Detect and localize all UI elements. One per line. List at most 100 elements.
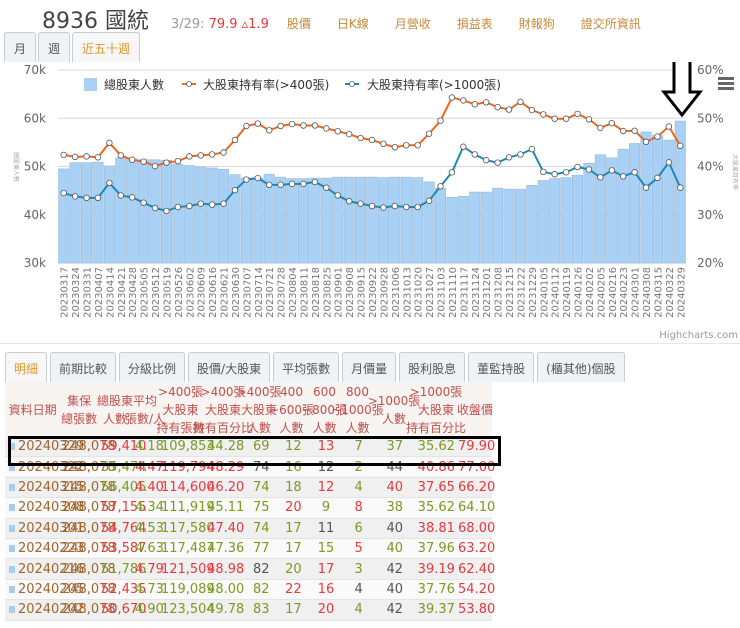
pct-400-point[interactable] [562,115,570,122]
holders-bar[interactable] [240,177,252,264]
holders-bar[interactable] [674,120,686,264]
pct-1000-point[interactable] [208,201,216,208]
holders-bar[interactable] [275,176,287,264]
pct-400-point[interactable] [631,127,638,134]
holders-bar[interactable] [69,162,81,264]
pct-400-point[interactable] [334,128,341,135]
pct-1000-point[interactable] [471,151,478,158]
holders-bar[interactable] [366,176,378,264]
pct-1000-point[interactable] [323,184,330,191]
pct-1000-point[interactable] [654,174,661,182]
pct-400-point[interactable] [391,143,399,151]
column-header[interactable]: 平均 張數/人 [125,382,165,437]
pct-1000-point[interactable] [391,202,399,210]
holders-bar[interactable] [286,178,298,264]
chart-menu-icon[interactable] [718,77,734,90]
holders-bar[interactable] [503,188,515,264]
holders-bar[interactable] [126,158,138,264]
pct-1000-point[interactable] [83,194,90,202]
pct-400-point[interactable] [71,153,79,161]
holders-bar[interactable] [480,191,492,264]
holders-bar[interactable] [617,148,629,264]
holders-bar[interactable] [252,177,264,264]
holders-bar[interactable] [355,176,367,264]
pct-400-point[interactable] [608,119,615,127]
pct-1000-point[interactable] [300,180,307,188]
holders-bar[interactable] [332,176,344,264]
link-daily-k[interactable]: 日K線 [337,15,369,32]
holders-bar[interactable] [115,157,127,264]
pct-400-point[interactable] [540,111,547,118]
pct-400-point[interactable] [345,130,353,138]
pct-400-point[interactable] [254,120,262,127]
pct-1000-point[interactable] [677,184,684,191]
pct-1000-point[interactable] [631,169,638,176]
pct-400-point[interactable] [437,117,444,124]
pct-400-point[interactable] [140,158,147,165]
pct-400-point[interactable] [425,130,433,137]
pct-400-point[interactable] [311,122,319,129]
pct-1000-point[interactable] [585,166,593,173]
holders-bar[interactable] [457,196,469,264]
pct-1000-point[interactable] [94,194,102,202]
holders-bar[interactable] [183,165,195,264]
holders-bar[interactable] [651,135,663,264]
pct-400-point[interactable] [243,122,250,130]
holders-bar[interactable] [81,162,93,264]
table-tab[interactable]: 分級比例 [119,352,186,382]
pct-1000-point[interactable] [642,184,650,191]
pct-1000-point[interactable] [517,151,524,158]
holders-bar[interactable] [389,176,401,264]
pct-400-point[interactable] [642,138,650,146]
pct-400-point[interactable] [208,151,216,158]
holders-bar[interactable] [172,163,184,264]
pct-400-point[interactable] [300,122,307,129]
pct-400-point[interactable] [403,142,410,149]
holders-bar[interactable] [400,176,412,264]
pct-1000-point[interactable] [243,176,250,183]
pct-1000-point[interactable] [277,181,284,189]
pct-400-point[interactable] [517,98,524,106]
link-twse-info[interactable]: 證交所資訊 [581,15,641,32]
pct-400-point[interactable] [414,142,421,149]
legend-pct-1000[interactable]: 大股東持有率(>1000張) [367,77,501,92]
pct-400-point[interactable] [94,154,102,161]
pct-1000-point[interactable] [151,204,159,212]
highcharts-credit[interactable]: Highcharts.com [659,330,738,341]
pct-400-point[interactable] [197,152,204,159]
pct-400-point[interactable] [357,134,364,142]
table-tab[interactable]: 股利股息 [399,352,466,382]
pct-400-point[interactable] [277,122,284,130]
pct-1000-point[interactable] [403,203,410,211]
pct-400-point[interactable] [60,151,67,159]
pct-400-point[interactable] [117,152,124,159]
column-header[interactable]: >1000張 大股東 持有百分比 [406,382,466,437]
pct-1000-point[interactable] [197,200,204,207]
holders-bar[interactable] [412,177,424,264]
table-row[interactable]: 20240202 248,078 50,670 4.90 123,504 49.78 83 1… [5,600,495,621]
pct-400-point[interactable] [174,157,182,165]
pct-1000-point[interactable] [608,167,615,174]
table-row[interactable]: 20240223 248,078 53,587 4.63 117,487 47.36 77 1… [5,538,495,560]
pct-1000-point[interactable] [129,194,136,201]
table-row[interactable]: 20240205 248,078 52,435 4.73 119,089 48.00 82 2… [5,579,495,601]
pct-400-point[interactable] [665,123,673,130]
table-tab[interactable]: 平均張數 [273,352,340,382]
table-row[interactable]: 20240308 248,078 57,155 4.34 111,919 45.11 75 2… [5,498,495,519]
table-row[interactable]: 20240322 248,078 55,474 4.47 119,794 48.29 74 1… [5,457,495,478]
pct-1000-point[interactable] [266,181,273,189]
holders-bar[interactable] [572,174,584,264]
holders-bar[interactable] [663,139,675,264]
holders-bar[interactable] [138,159,150,264]
holders-bar[interactable] [218,169,230,264]
pct-1000-point[interactable] [425,197,433,204]
legend-holders[interactable]: 總股東人數 [104,77,164,92]
pct-400-point[interactable] [83,153,90,160]
holders-bar[interactable] [309,177,321,264]
pct-1000-point[interactable] [345,198,353,205]
pct-400-point[interactable] [380,140,387,148]
pct-1000-point[interactable] [334,192,341,199]
pct-1000-point[interactable] [494,159,501,166]
pct-1000-point[interactable] [357,200,364,207]
pct-1000-point[interactable] [231,186,239,194]
